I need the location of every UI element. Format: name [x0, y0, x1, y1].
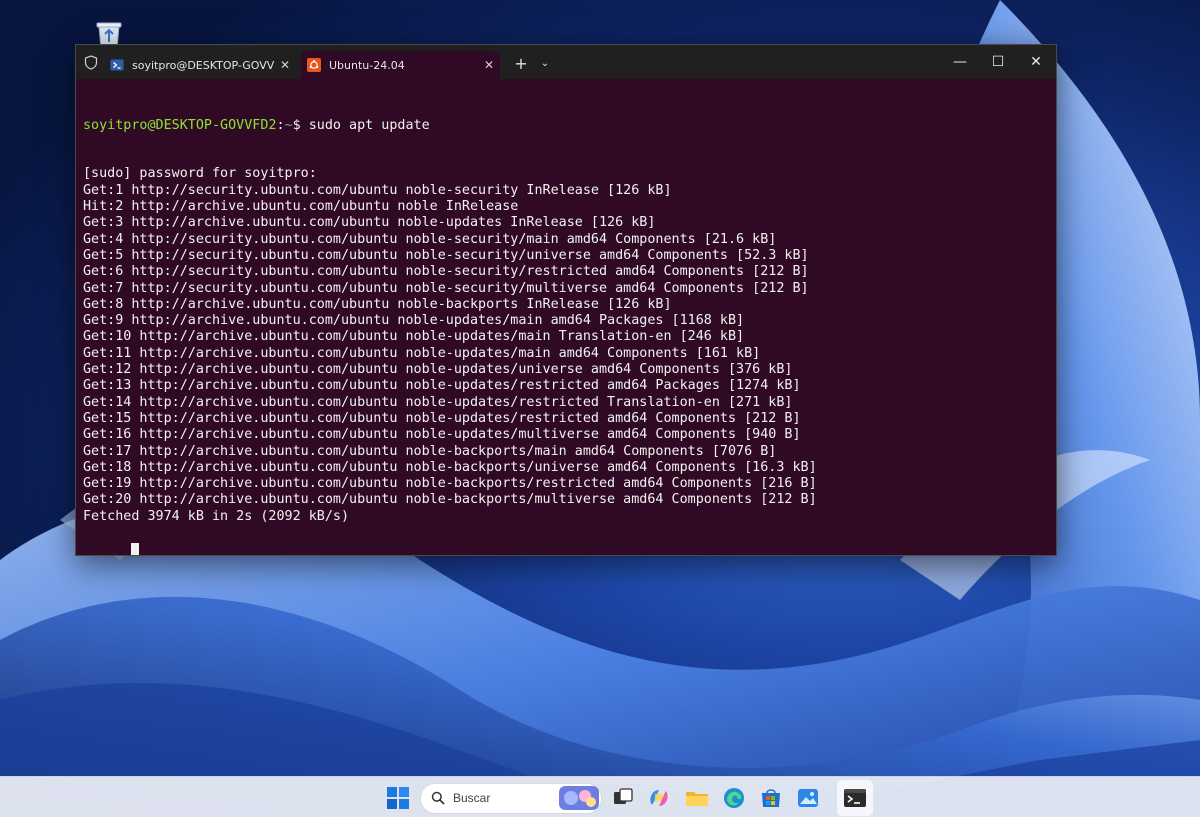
- terminal-icon[interactable]: [842, 785, 868, 811]
- terminal-line: Fetched 3974 kB in 2s (2092 kB/s): [83, 508, 350, 524]
- terminal-line: Get:17 http://archive.ubuntu.com/ubuntu …: [83, 443, 777, 459]
- search-highlight-icon[interactable]: [559, 786, 599, 810]
- tab-close-button[interactable]: ✕: [274, 58, 296, 72]
- prompt-separator: :: [276, 117, 285, 133]
- terminal-line: Get:10 http://archive.ubuntu.com/ubuntu …: [83, 329, 745, 345]
- terminal-line: Hit:2 http://archive.ubuntu.com/ubuntu n…: [83, 199, 519, 215]
- file-explorer-icon[interactable]: [684, 785, 710, 811]
- terminal-line: Get:18 http://archive.ubuntu.com/ubuntu …: [83, 459, 817, 475]
- terminal-line: Get:7 http://security.ubuntu.com/ubuntu …: [83, 280, 809, 296]
- search-icon: [431, 791, 445, 805]
- command-text: sudo apt update: [308, 117, 430, 133]
- desktop: soyitpro@DESKTOP-GOVVFD2 ✕ Ubuntu-24.04 …: [0, 0, 1200, 817]
- terminal-line: Get:8 http://archive.ubuntu.com/ubuntu n…: [83, 296, 672, 312]
- search-box[interactable]: Buscar: [420, 783, 602, 814]
- tab-ubuntu[interactable]: Ubuntu-24.04 ✕: [301, 51, 500, 79]
- prompt-symbol: $: [292, 117, 309, 133]
- terminal-output[interactable]: soyitpro@DESKTOP-GOVVFD2:~$ sudo apt upd…: [76, 79, 1056, 555]
- tab-label: Ubuntu-24.04: [329, 58, 405, 72]
- terminal-line: Get:5 http://security.ubuntu.com/ubuntu …: [83, 247, 809, 263]
- terminal-line: Get:14 http://archive.ubuntu.com/ubuntu …: [83, 394, 793, 410]
- edge-icon[interactable]: [721, 785, 747, 811]
- terminal-line: Get:11 http://archive.ubuntu.com/ubuntu …: [83, 345, 761, 361]
- tab-label: soyitpro@DESKTOP-GOVVFD2: [132, 58, 274, 72]
- prompt-user: soyitpro@DESKTOP-GOVVFD2: [83, 117, 277, 133]
- tab-powershell[interactable]: soyitpro@DESKTOP-GOVVFD2 ✕: [104, 51, 296, 79]
- maximize-button[interactable]: ☐: [980, 47, 1016, 77]
- terminal-line: Get:13 http://archive.ubuntu.com/ubuntu …: [83, 378, 801, 394]
- start-icon[interactable]: [386, 786, 410, 810]
- terminal-line: Get:12 http://archive.ubuntu.com/ubuntu …: [83, 362, 793, 378]
- terminal-line: Get:19 http://archive.ubuntu.com/ubuntu …: [83, 476, 817, 492]
- terminal-line: Get:4 http://security.ubuntu.com/ubuntu …: [83, 231, 777, 247]
- terminal-line: Get:15 http://archive.ubuntu.com/ubuntu …: [83, 410, 801, 426]
- terminal-line: Get:6 http://security.ubuntu.com/ubuntu …: [83, 264, 809, 280]
- copilot-icon[interactable]: [646, 785, 672, 811]
- minimize-button[interactable]: —: [942, 47, 978, 77]
- prompt-line: soyitpro@DESKTOP-GOVVFD2:~$ sudo apt upd…: [83, 118, 1056, 134]
- shield-icon: [84, 55, 98, 70]
- terminal-window[interactable]: soyitpro@DESKTOP-GOVVFD2 ✕ Ubuntu-24.04 …: [75, 44, 1057, 556]
- output-lines: [sudo] password for soyitpro: Get:1 http:…: [83, 166, 1056, 525]
- tab-dropdown-button[interactable]: ⌄: [534, 53, 556, 75]
- powershell-icon: [110, 59, 124, 71]
- tab-close-button[interactable]: ✕: [478, 58, 500, 72]
- taskbar: Buscar: [0, 776, 1200, 817]
- terminal-line: Get:3 http://archive.ubuntu.com/ubuntu n…: [83, 215, 656, 231]
- new-tab-button[interactable]: +: [510, 53, 532, 75]
- ubuntu-icon: [307, 58, 321, 72]
- title-bar[interactable]: soyitpro@DESKTOP-GOVVFD2 ✕ Ubuntu-24.04 …: [76, 45, 1056, 79]
- terminal-line: Get:9 http://archive.ubuntu.com/ubuntu n…: [83, 313, 745, 329]
- search-placeholder: Buscar: [453, 791, 491, 805]
- microsoft-store-icon[interactable]: [758, 785, 784, 811]
- prompt-path: ~: [284, 117, 293, 133]
- terminal-line: Get:1 http://security.ubuntu.com/ubuntu …: [83, 182, 672, 198]
- terminal-line: Get:20 http://archive.ubuntu.com/ubuntu …: [83, 492, 817, 508]
- terminal-line: Get:16 http://archive.ubuntu.com/ubuntu …: [83, 427, 801, 443]
- close-button[interactable]: ✕: [1018, 47, 1054, 77]
- task-view-icon[interactable]: [610, 785, 636, 811]
- photos-icon[interactable]: [795, 785, 821, 811]
- text-cursor: [131, 543, 140, 555]
- terminal-line: [sudo] password for soyitpro:: [83, 166, 317, 182]
